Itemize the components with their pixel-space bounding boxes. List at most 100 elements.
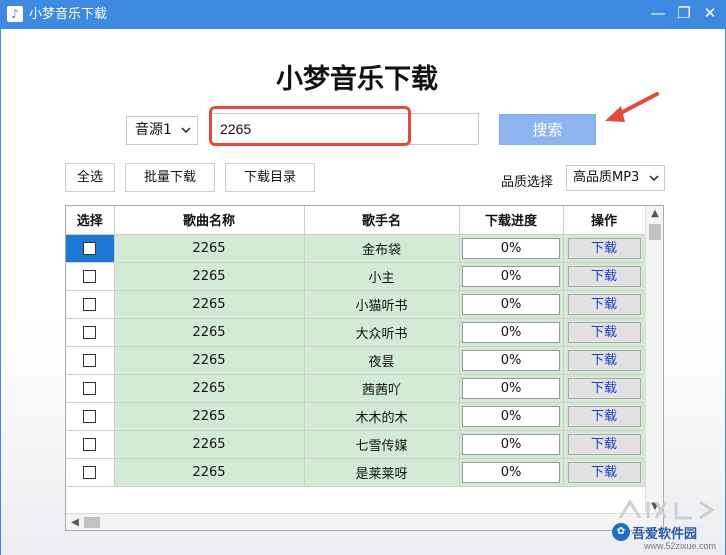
download-directory-button[interactable]: 下载目录	[225, 163, 315, 192]
row-checkbox[interactable]	[83, 381, 97, 395]
song-name-cell: 2265	[114, 318, 305, 347]
search-button[interactable]: 搜索	[499, 114, 596, 145]
row-checkbox[interactable]	[83, 353, 97, 367]
table-row[interactable]: 2265 大众听书 0% 下载	[66, 318, 646, 347]
progress-cell: 0%	[459, 318, 564, 347]
table-row[interactable]: 2265 木木的木 0% 下载	[66, 402, 646, 431]
table-row[interactable]: 2265 夜昙 0% 下载	[66, 346, 646, 375]
close-button[interactable]: ✕	[697, 0, 723, 29]
progress-box: 0%	[462, 377, 560, 399]
artist-name-cell: 金布袋	[304, 234, 460, 263]
artist-name-cell: 大众听书	[304, 318, 460, 347]
row-select-cell[interactable]	[66, 430, 115, 459]
action-cell: 下载	[563, 290, 646, 319]
song-name-cell: 2265	[114, 430, 305, 459]
table-row[interactable]: 2265 七雪传媒 0% 下载	[66, 430, 646, 459]
quality-select[interactable]: 高品质MP3	[566, 165, 665, 191]
music-note-icon: ♪	[7, 6, 23, 22]
table-row[interactable]: 2265 茜茜吖 0% 下载	[66, 374, 646, 403]
column-header-artist[interactable]: 歌手名	[304, 206, 460, 235]
row-select-cell[interactable]	[66, 374, 115, 403]
title-bar: ♪ 小梦音乐下载 — ❐ ✕	[0, 0, 726, 29]
scroll-left-icon[interactable]: ◀	[67, 514, 83, 530]
vertical-scrollbar[interactable]: ▲ ▼	[645, 206, 663, 514]
artist-name-cell: 小猫听书	[304, 290, 460, 319]
row-select-cell[interactable]	[66, 458, 115, 487]
horizontal-scrollbar[interactable]: ◀	[66, 513, 663, 530]
row-checkbox[interactable]	[83, 465, 97, 479]
download-button[interactable]: 下载	[567, 293, 641, 315]
progress-box: 0%	[462, 237, 560, 259]
download-button[interactable]: 下载	[567, 433, 641, 455]
column-header-action[interactable]: 操作	[563, 206, 646, 235]
progress-box: 0%	[462, 405, 560, 427]
select-all-button[interactable]: 全选	[65, 163, 115, 192]
results-table: 选择 歌曲名称 歌手名 下载进度 操作 2265 金布袋 0% 下载 2265 小主 0% 下…	[65, 205, 664, 531]
quality-label: 品质选择	[501, 175, 554, 190]
download-button[interactable]: 下载	[567, 237, 641, 259]
horizontal-scroll-thumb[interactable]	[84, 517, 100, 528]
progress-cell: 0%	[459, 234, 564, 263]
song-name-cell: 2265	[114, 234, 305, 263]
progress-box: 0%	[462, 293, 560, 315]
row-select-cell[interactable]	[66, 234, 115, 263]
batch-download-button[interactable]: 批量下载	[125, 163, 215, 192]
song-name-cell: 2265	[114, 374, 305, 403]
column-header-song[interactable]: 歌曲名称	[114, 206, 305, 235]
action-cell: 下载	[563, 318, 646, 347]
action-cell: 下载	[563, 458, 646, 487]
row-select-cell[interactable]	[66, 318, 115, 347]
song-name-cell: 2265	[114, 402, 305, 431]
progress-cell: 0%	[459, 402, 564, 431]
progress-box: 0%	[462, 265, 560, 287]
table-row[interactable]: 2265 是莱莱呀 0% 下载	[66, 458, 646, 487]
artist-name-cell: 木木的木	[304, 402, 460, 431]
row-select-cell[interactable]	[66, 290, 115, 319]
download-button[interactable]: 下载	[567, 377, 641, 399]
vertical-scroll-thumb[interactable]	[649, 224, 661, 240]
row-checkbox[interactable]	[83, 437, 97, 451]
window-title: 小梦音乐下载	[29, 7, 108, 22]
row-checkbox[interactable]	[83, 269, 97, 283]
scroll-up-icon[interactable]: ▲	[646, 208, 663, 219]
progress-cell: 0%	[459, 262, 564, 291]
source-select-value: 音源1	[135, 122, 172, 138]
table-row[interactable]: 2265 小猫听书 0% 下载	[66, 290, 646, 319]
row-select-cell[interactable]	[66, 346, 115, 375]
download-button[interactable]: 下载	[567, 349, 641, 371]
search-input[interactable]: 2265	[211, 113, 479, 145]
download-button[interactable]: 下载	[567, 265, 641, 287]
download-button[interactable]: 下载	[567, 405, 641, 427]
table-row[interactable]: 2265 小主 0% 下载	[66, 262, 646, 291]
annotation-arrow-icon	[605, 92, 659, 122]
row-checkbox[interactable]	[83, 409, 97, 423]
progress-box: 0%	[462, 433, 560, 455]
action-cell: 下载	[563, 430, 646, 459]
action-cell: 下载	[563, 346, 646, 375]
main-window: 小梦音乐下载 音源1 2265 搜索 全选 批量下载 下载目录 品质选择 高品质…	[0, 29, 726, 555]
action-cell: 下载	[563, 374, 646, 403]
action-cell: 下载	[563, 402, 646, 431]
progress-cell: 0%	[459, 374, 564, 403]
download-button[interactable]: 下载	[567, 321, 641, 343]
artist-name-cell: 茜茜吖	[304, 374, 460, 403]
row-checkbox[interactable]	[83, 297, 97, 311]
progress-cell: 0%	[459, 346, 564, 375]
download-button[interactable]: 下载	[567, 461, 641, 483]
action-cell: 下载	[563, 262, 646, 291]
song-name-cell: 2265	[114, 262, 305, 291]
row-select-cell[interactable]	[66, 262, 115, 291]
column-header-progress[interactable]: 下载进度	[459, 206, 564, 235]
row-select-cell[interactable]	[66, 402, 115, 431]
restore-button[interactable]: ❐	[671, 0, 697, 29]
progress-cell: 0%	[459, 290, 564, 319]
source-select[interactable]: 音源1	[126, 116, 198, 145]
watermark-url: www.52zixue.com	[644, 541, 717, 551]
watermark-brand: 吾爱软件园	[632, 527, 698, 542]
row-checkbox[interactable]	[83, 325, 97, 339]
row-checkbox[interactable]	[83, 241, 97, 255]
minimize-button[interactable]: —	[645, 0, 671, 29]
table-row[interactable]: 2265 金布袋 0% 下载	[66, 234, 646, 263]
song-name-cell: 2265	[114, 346, 305, 375]
column-header-select[interactable]: 选择	[66, 206, 115, 235]
